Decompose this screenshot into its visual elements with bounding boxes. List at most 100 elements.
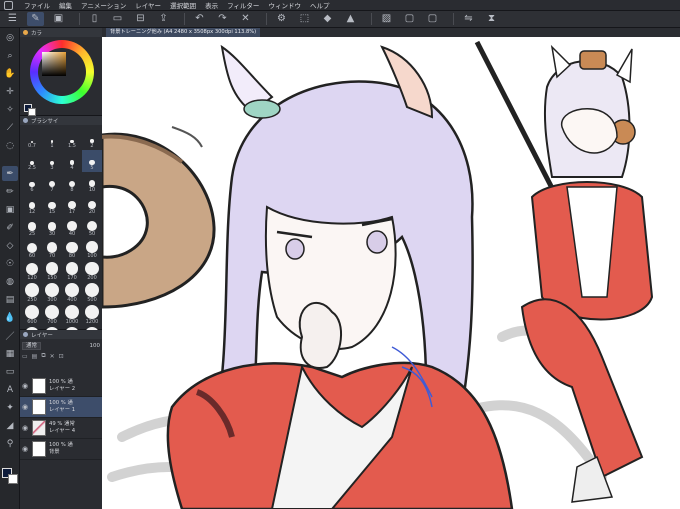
brush-icon[interactable]: ✐ — [2, 220, 18, 235]
invert-selection-icon[interactable]: ▲ — [342, 12, 359, 26]
menu-animation[interactable]: アニメーション — [81, 0, 126, 10]
blend-mode-select[interactable]: 通常 — [22, 341, 42, 350]
app-logo-icon[interactable] — [4, 0, 13, 10]
pencil-icon[interactable]: ✏ — [2, 184, 18, 199]
lasso-icon[interactable]: ◌ — [2, 138, 18, 153]
crop-icon[interactable]: ▢ — [401, 12, 418, 26]
export-icon[interactable]: ⇪ — [155, 12, 172, 26]
text-icon[interactable]: A — [2, 382, 18, 397]
brush-size-option[interactable]: 8 — [62, 172, 82, 194]
visibility-eye-icon[interactable]: ◉ — [20, 403, 30, 411]
visibility-eye-icon[interactable]: ◉ — [20, 424, 30, 432]
brush-size-option[interactable]: 170 — [62, 260, 82, 282]
brush-size-option[interactable]: 40 — [62, 216, 82, 238]
brush-size-option[interactable]: 1200 — [82, 304, 102, 326]
zoom-icon[interactable]: ⌕ — [2, 48, 18, 63]
image-icon[interactable]: ▣ — [50, 12, 67, 26]
pen-icon[interactable]: ✒ — [2, 166, 18, 181]
brush-size-option[interactable]: 12 — [22, 194, 42, 216]
brush-size-option[interactable]: 1 — [42, 128, 62, 150]
new-file-icon[interactable]: ▯ — [86, 12, 103, 26]
delete-layer-icon[interactable]: ✕ — [50, 353, 55, 360]
clear-icon[interactable]: ✕ — [237, 12, 254, 26]
gradient-icon[interactable]: ▤ — [2, 292, 18, 307]
selection-box-icon[interactable]: ▢ — [424, 12, 441, 26]
brush-size-option[interactable]: 700 — [42, 304, 62, 326]
brush-size-option[interactable]: 400 — [62, 282, 82, 304]
figure-icon[interactable]: ▦ — [2, 346, 18, 361]
sub-view-icon[interactable]: ◎ — [2, 30, 18, 45]
menu-help[interactable]: ヘルプ — [310, 0, 330, 10]
brush-size-option[interactable]: 2 — [82, 128, 102, 150]
rotate-icon[interactable]: ⧗ — [483, 12, 500, 26]
brush-size-option[interactable]: 600 — [22, 304, 42, 326]
brush-size-option[interactable]: 2.5 — [22, 150, 42, 172]
brush-size-option[interactable]: 80 — [62, 238, 82, 260]
menu-view[interactable]: 表示 — [205, 0, 218, 10]
drawing-canvas[interactable] — [102, 37, 680, 509]
layer-row[interactable]: ◉ 100 % 通レイヤー 1 — [20, 397, 102, 418]
brush-size-option[interactable]: 70 — [42, 238, 62, 260]
layer-row[interactable]: ◉ 49 % 通常 レイヤー 4 — [20, 418, 102, 439]
brush-size-option[interactable]: 300 — [42, 282, 62, 304]
ruler-icon[interactable]: ◢ — [2, 418, 18, 433]
brush-size-option[interactable]: 120 — [22, 260, 42, 282]
line-icon[interactable]: ／ — [2, 328, 18, 343]
brush-size-option[interactable]: 60 — [22, 238, 42, 260]
lock-icon[interactable]: ⊡ — [59, 353, 64, 360]
opacity-value[interactable]: 100 — [90, 343, 101, 349]
transform-icon[interactable]: ⬚ — [296, 12, 313, 26]
brush-size-option[interactable]: 1000 — [62, 304, 82, 326]
brush-size-option[interactable]: 50 — [82, 216, 102, 238]
brush-size-option[interactable]: 17 — [62, 194, 82, 216]
blend-icon[interactable]: ☉ — [2, 256, 18, 271]
fill-icon[interactable]: ◆ — [319, 12, 336, 26]
brush-size-option[interactable]: 25 — [22, 216, 42, 238]
new-layer-icon[interactable]: ▭ — [22, 353, 28, 360]
fill-bucket-icon[interactable]: ◍ — [2, 274, 18, 289]
move-icon[interactable]: ✛ — [2, 84, 18, 99]
hamburger-menu-icon[interactable]: ☰ — [4, 12, 21, 26]
menu-file[interactable]: ファイル — [24, 0, 50, 10]
brush-size-option[interactable]: 4 — [62, 150, 82, 172]
brush-size-option[interactable]: 10 — [82, 172, 102, 194]
canvas-edit-icon[interactable]: ✎ — [27, 12, 44, 26]
hue-ring[interactable] — [30, 40, 94, 104]
brush-size-option[interactable]: 7 — [42, 172, 62, 194]
hand-icon[interactable]: ✋ — [2, 66, 18, 81]
layer-row[interactable]: ◉ 100 % 通背景 — [20, 439, 102, 460]
menu-filter[interactable]: フィルター — [227, 0, 259, 10]
visibility-eye-icon[interactable]: ◉ — [20, 445, 30, 453]
eraser-icon[interactable]: ◇ — [2, 238, 18, 253]
brush-size-option[interactable]: 6 — [22, 172, 42, 194]
undo-icon[interactable]: ↶ — [191, 12, 208, 26]
brush-size-option[interactable]: 30 — [42, 216, 62, 238]
balloon-icon[interactable]: ✦ — [2, 400, 18, 415]
copy-layer-icon[interactable]: ⧉ — [41, 352, 45, 360]
menu-edit[interactable]: 編集 — [59, 0, 72, 10]
flip-horizontal-icon[interactable]: ⇋ — [460, 12, 477, 26]
brush-size-option[interactable]: 250 — [22, 282, 42, 304]
brush-size-option[interactable]: 0.7 — [22, 128, 42, 150]
saturation-value-square[interactable] — [42, 52, 66, 76]
menu-selection[interactable]: 選択範囲 — [170, 0, 196, 10]
panel-sub-color[interactable] — [28, 108, 36, 116]
eyedropper-icon[interactable]: ⟋ — [2, 120, 18, 135]
frame-icon[interactable]: ▭ — [2, 364, 18, 379]
brush-size-option[interactable]: 15 — [42, 194, 62, 216]
visibility-eye-icon[interactable]: ◉ — [20, 382, 30, 390]
brush-size-option[interactable]: 5 — [82, 150, 102, 172]
open-folder-icon[interactable]: ▭ — [109, 12, 126, 26]
auto-select-icon[interactable]: ✧ — [2, 102, 18, 117]
airbrush-icon[interactable]: ▣ — [2, 202, 18, 217]
brush-size-option[interactable]: 1.5 — [62, 128, 82, 150]
brush-size-option[interactable]: 100 — [82, 238, 102, 260]
selection-launcher-icon[interactable]: ⚙ — [273, 12, 290, 26]
redo-icon[interactable]: ↷ — [214, 12, 231, 26]
menu-window[interactable]: ウィンドウ — [268, 0, 301, 10]
correct-line-icon[interactable]: ⚲ — [2, 436, 18, 451]
save-icon[interactable]: ⊟ — [132, 12, 149, 26]
canvas-tab-title[interactable]: 背景トレーニング他み (A4 2480 x 3508px 300dpi 113.… — [106, 28, 261, 37]
brush-size-option[interactable]: 150 — [42, 260, 62, 282]
ink-drop-icon[interactable]: 💧 — [2, 310, 18, 325]
